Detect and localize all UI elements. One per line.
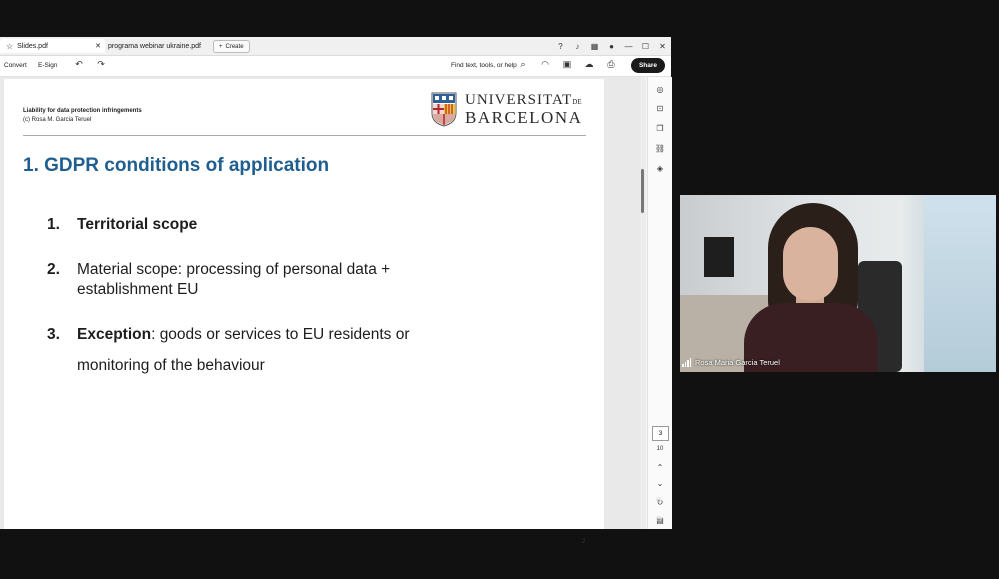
page-number-input[interactable]: 3 [652,426,669,441]
list-text: : goods or services to EU residents or [151,326,410,343]
profile-icon[interactable]: ● [603,42,620,51]
upload-cloud-icon[interactable]: ☁ [578,59,600,70]
logo-line-1: UNIVERSITAT [465,91,573,108]
signal-bars-icon [682,358,692,367]
bell-icon[interactable]: ♪ [569,42,586,51]
list-number: 3. [47,326,60,343]
window-controls: ? ♪ ▦ ● — ☐ ✕ [552,37,671,55]
close-tab-icon[interactable]: ✕ [95,42,101,50]
document-area: Liability for data protection infringeme… [0,77,640,545]
create-label: Create [225,43,244,50]
layers-icon[interactable]: ◈ [648,164,672,173]
university-name: UNIVERSITATDE BARCELONA [465,91,583,127]
list-number: 1. [47,216,60,233]
comment-icon[interactable]: ◎ [648,85,672,94]
apps-grid-icon[interactable]: ▦ [586,42,603,51]
read-aloud-icon[interactable]: ◠ [534,59,556,70]
list-text-bold: Exception [77,326,152,343]
chevron-down-icon[interactable]: ⌄ [648,479,672,488]
slide-header-author: (c) Rosa M. Garcia Teruel [23,117,92,123]
help-icon[interactable]: ? [552,42,569,51]
undo-icon[interactable]: ↶ [68,59,90,70]
pdf-viewer-window: ☆ Slides.pdf ✕ programa webinar ukraine.… [0,37,672,545]
participant-video[interactable]: Rosa Maria Garcia Teruel [680,195,996,372]
tab-slides[interactable]: ☆ Slides.pdf ✕ [0,39,105,53]
tab-programa[interactable]: programa webinar ukraine.pdf [108,39,208,53]
participant-face [783,227,838,301]
slide-header-title: Liability for data protection infringeme… [23,108,142,114]
slide-page-number: 2 [582,539,586,545]
participant-name: Rosa Maria Garcia Teruel [695,358,780,367]
university-crest-icon [431,92,457,127]
esign-button[interactable]: E-Sign [38,62,58,69]
bookmark-icon[interactable]: ⊡ [648,104,672,113]
search-tools-field[interactable]: Find text, tools, or help [451,62,517,69]
chevron-up-icon[interactable]: ⌃ [648,463,672,472]
redo-icon[interactable]: ↷ [90,59,112,70]
list-text: Territorial scope [77,216,198,233]
right-tool-panel: ◎ ⊡ ❐ ⛓ ◈ 3 10 ⌃ ⌄ ↻ ▤ [647,77,672,529]
tab-bar: ☆ Slides.pdf ✕ programa webinar ukraine.… [0,37,671,56]
pdf-page: Liability for data protection infringeme… [4,79,604,545]
slide-title: 1. GDPR conditions of application [23,155,330,176]
list-text-continued: monitoring of the behaviour [77,357,265,374]
logo-line-2: BARCELONA [465,107,583,127]
list-number: 2. [47,261,60,278]
page-total: 10 [656,446,664,452]
tab-label: Slides.pdf [17,42,48,50]
vertical-scrollbar[interactable] [640,77,646,529]
pages-icon[interactable]: ❐ [648,124,672,133]
share-button[interactable]: Share [631,58,665,73]
zoom-out-icon[interactable]: ⊖ [647,514,671,523]
university-logo: UNIVERSITATDE BARCELONA [431,91,582,127]
list-text: Material scope: processing of personal d… [77,261,391,278]
header-divider [23,135,586,136]
toolbar: Convert E-Sign ↶ ↷ Find text, tools, or … [0,56,671,77]
participant-caption: Rosa Maria Garcia Teruel [682,358,780,367]
create-button[interactable]: + Create [213,40,250,53]
search-icon[interactable]: ⌕ [512,59,534,70]
star-icon[interactable]: ☆ [6,42,13,51]
video-monitor [704,237,734,277]
close-window-icon[interactable]: ✕ [654,42,671,51]
link-icon[interactable]: ⛓ [648,144,672,153]
zoom-in-icon[interactable]: ⊕ [647,495,671,504]
print-icon[interactable]: ⎙ [600,59,622,70]
minimize-icon[interactable]: — [620,42,637,51]
tab-label: programa webinar ukraine.pdf [108,42,201,50]
plus-icon: + [219,43,223,50]
scrollbar-thumb[interactable] [641,169,644,213]
toolbar-icon-group: ⌕ ◠ ▣ ☁ ⎙ [512,59,622,70]
convert-button[interactable]: Convert [4,62,27,69]
video-window-light [924,195,996,372]
save-icon[interactable]: ▣ [556,59,578,70]
logo-de: DE [572,97,582,106]
maximize-icon[interactable]: ☐ [637,42,654,51]
undo-redo-group: ↶ ↷ [68,59,112,70]
list-text-continued: establishment EU [77,281,199,298]
